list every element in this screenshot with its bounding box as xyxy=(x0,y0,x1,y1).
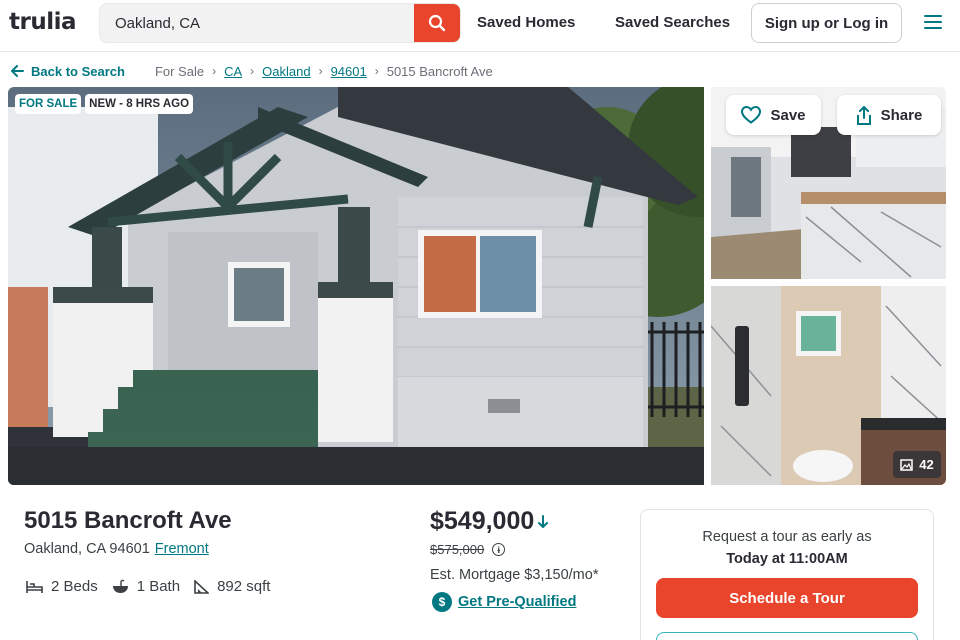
schedule-tour-button[interactable]: Schedule a Tour xyxy=(656,578,918,618)
breadcrumb-state-link[interactable]: CA xyxy=(224,64,242,79)
tour-request-card: Request a tour as early as Today at 11:0… xyxy=(640,509,934,640)
listing-badges: FOR SALE NEW - 8 HRS AGO xyxy=(15,94,194,114)
beds-fact: 2 Beds xyxy=(26,578,98,595)
chevron-right-icon: › xyxy=(212,64,217,78)
main-photo-house-exterior[interactable] xyxy=(8,87,704,485)
breadcrumb-city-link[interactable]: Oakland xyxy=(262,64,310,79)
photo-count-label: 42 xyxy=(919,457,934,472)
baths-label: 1 Bath xyxy=(136,578,181,595)
price-down-arrow-icon xyxy=(538,514,549,528)
breadcrumb-zip-link[interactable]: 94601 xyxy=(331,64,367,79)
saved-homes-link[interactable]: Saved Homes xyxy=(477,14,575,31)
listing-price: $549,000 xyxy=(430,507,549,536)
prequal-label: Get Pre-Qualified xyxy=(458,594,577,610)
estimated-mortgage: Est. Mortgage $3,150/mo* xyxy=(430,567,599,583)
arrow-left-icon xyxy=(11,65,24,77)
tour-earliest-time: Today at 11:00AM xyxy=(726,551,848,567)
search-icon xyxy=(428,14,446,32)
beds-label: 2 Beds xyxy=(51,578,98,595)
sign-in-button[interactable]: Sign up or Log in xyxy=(751,3,902,43)
chevron-right-icon: › xyxy=(250,64,255,78)
saved-searches-link[interactable]: Saved Searches xyxy=(615,14,730,31)
info-icon[interactable]: i xyxy=(492,543,506,556)
old-price-value: $575,000 xyxy=(430,542,485,557)
breadcrumb-for-sale: For Sale xyxy=(154,63,205,79)
listing-address: 5015 Bancroft Ave xyxy=(24,507,232,534)
sqft-fact: 892 sqft xyxy=(194,578,270,595)
sqft-label: 892 sqft xyxy=(217,578,271,595)
top-header: trulia Saved Homes Saved Searches Sign u… xyxy=(0,0,960,52)
listing-facts: 2 Beds 1 Bath 892 sqft xyxy=(26,578,284,595)
bath-icon xyxy=(112,579,128,593)
price-value: $549,000 xyxy=(430,507,535,535)
image-icon xyxy=(900,458,914,471)
neighborhood-link[interactable]: Fremont xyxy=(155,541,209,557)
dollar-icon: $ xyxy=(432,592,452,612)
new-listing-badge: NEW - 8 HRS AGO xyxy=(85,94,194,114)
breadcrumb-address: 5015 Bancroft Ave xyxy=(386,63,493,79)
share-label: Share xyxy=(880,106,923,124)
bed-icon xyxy=(26,580,43,593)
back-to-search-link[interactable]: Back to Search xyxy=(11,64,125,79)
search-input[interactable] xyxy=(100,4,416,42)
share-button[interactable]: Share xyxy=(837,95,941,135)
breadcrumb: Back to Search For Sale › CA › Oakland ›… xyxy=(11,62,493,80)
hamburger-menu-icon[interactable] xyxy=(924,13,942,31)
photo-count-button[interactable]: 42 xyxy=(893,451,941,478)
city-state-zip: Oakland, CA 94601 xyxy=(24,541,150,557)
save-button[interactable]: Save xyxy=(726,95,821,135)
search-bar xyxy=(99,3,461,43)
previous-price: $575,000 i xyxy=(430,542,506,557)
back-label: Back to Search xyxy=(31,63,125,79)
trulia-logo[interactable]: trulia xyxy=(9,9,77,35)
search-button[interactable] xyxy=(414,4,460,42)
listing-city: Oakland, CA 94601 Fremont xyxy=(24,541,209,557)
chevron-right-icon: › xyxy=(318,64,323,78)
secondary-tour-button[interactable] xyxy=(656,632,918,640)
share-icon xyxy=(856,105,871,125)
tour-request-text: Request a tour as early as xyxy=(702,529,872,545)
heart-icon xyxy=(741,106,762,124)
chevron-right-icon: › xyxy=(374,64,379,78)
save-label: Save xyxy=(770,106,806,124)
area-icon xyxy=(194,579,210,594)
baths-fact: 1 Bath xyxy=(112,578,180,595)
get-prequalified-link[interactable]: $ Get Pre-Qualified xyxy=(432,592,576,612)
for-sale-badge: FOR SALE xyxy=(15,94,82,114)
